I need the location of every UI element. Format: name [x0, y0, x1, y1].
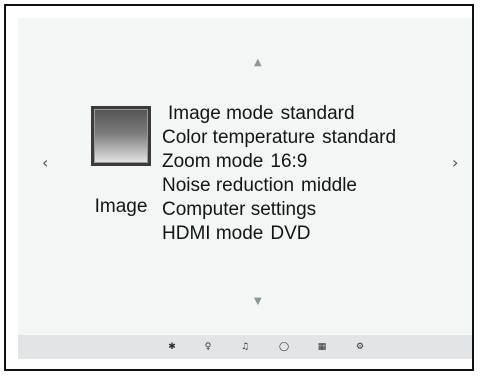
menu-item-value: standard	[280, 103, 355, 124]
category-label: Image	[94, 196, 148, 217]
menu-item-value: 16:9	[270, 151, 308, 172]
menu-item-name: Color temperature	[162, 127, 316, 148]
gear-icon[interactable]: ✱	[164, 339, 180, 355]
menu-item-image-mode[interactable]: Image mode standard	[162, 102, 396, 126]
menu-item-value: middle	[301, 175, 358, 196]
arrow-right-icon[interactable]: ›	[452, 155, 458, 171]
osd-menu-screen: ▲ ‹ › Image Image mode standard Color tem…	[18, 18, 472, 359]
grid-icon[interactable]: ▦	[314, 339, 330, 355]
settings-menu: Image mode standard Color temperature stan…	[162, 102, 396, 246]
clock-icon[interactable]: ◯	[276, 339, 292, 355]
window-frame: ▲ ‹ › Image Image mode standard Color tem…	[4, 4, 474, 371]
settings-icon[interactable]: ⚙	[352, 339, 368, 355]
arrow-up-icon[interactable]: ▲	[254, 58, 262, 68]
menu-item-name: HDMI mode	[162, 223, 264, 244]
menu-item-noise-reduction[interactable]: Noise reduction middle	[162, 174, 396, 198]
category-panel: Image	[86, 106, 156, 218]
menu-item-color-temperature[interactable]: Color temperature standard	[162, 126, 396, 150]
menu-item-zoom-mode[interactable]: Zoom mode 16:9	[162, 150, 396, 174]
menu-item-value: standard	[322, 127, 397, 148]
menu-item-name: Image mode	[168, 103, 274, 124]
menu-item-hdmi-mode[interactable]: HDMI mode DVD	[162, 222, 396, 246]
menu-item-name: Computer settings	[162, 199, 317, 220]
menu-item-name: Noise reduction	[162, 175, 295, 196]
arrow-left-icon[interactable]: ‹	[42, 155, 48, 171]
lightbulb-icon[interactable]: ♀	[200, 339, 216, 355]
menu-item-name: Zoom mode	[162, 151, 264, 172]
tv-screen-icon	[91, 106, 151, 166]
arrow-down-icon[interactable]: ▼	[254, 297, 262, 307]
menu-item-value: DVD	[270, 223, 311, 244]
menu-item-computer-settings[interactable]: Computer settings	[162, 198, 396, 222]
category-tab-bar: ✱ ♀ ♫ ◯ ▦ ⚙	[18, 335, 472, 359]
music-note-icon[interactable]: ♫	[237, 339, 253, 355]
